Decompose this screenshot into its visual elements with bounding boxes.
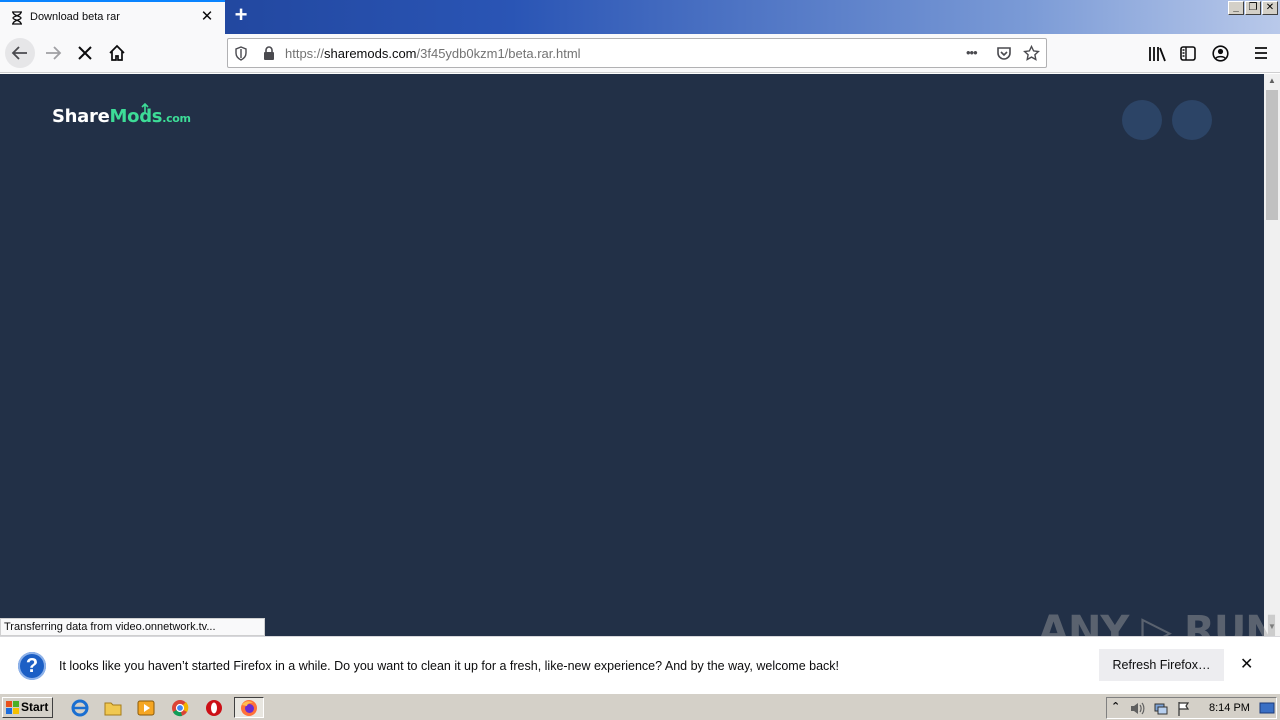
refresh-firefox-button[interactable]: Refresh Firefox…	[1099, 649, 1224, 681]
back-button[interactable]	[5, 38, 35, 68]
logo-mods-text: Mods	[109, 106, 163, 127]
hourglass-icon	[12, 11, 22, 25]
minimize-button[interactable]: _	[1228, 1, 1244, 15]
url-text[interactable]: https://sharemods.com/3f45ydb0kzm1/beta.…	[285, 46, 581, 61]
media-player-icon[interactable]	[136, 698, 156, 718]
tray-expand-icon[interactable]: ⌃	[1111, 700, 1120, 713]
home-button[interactable]	[102, 38, 132, 68]
hamburger-menu-icon[interactable]	[1254, 46, 1268, 60]
question-icon: ?	[18, 652, 46, 680]
restore-button[interactable]: ❐	[1245, 1, 1261, 15]
clock[interactable]: 8:14 PM	[1209, 702, 1250, 714]
back-arrow-icon	[11, 46, 27, 60]
header-circle-button-1[interactable]	[1122, 100, 1162, 140]
tab-title: Download beta rar	[30, 11, 120, 23]
start-button[interactable]: Start	[2, 697, 53, 718]
stop-button[interactable]	[70, 38, 100, 68]
vertical-scrollbar[interactable]: ▲ ▼	[1264, 74, 1280, 636]
internet-explorer-icon[interactable]	[70, 698, 90, 718]
navigation-toolbar: https://sharemods.com/3f45ydb0kzm1/beta.…	[0, 34, 1280, 73]
status-panel: Transferring data from video.onnetwork.t…	[0, 618, 265, 636]
logo-com-text: .com	[162, 112, 191, 125]
tab-strip: Download beta rar ✕ + _ ❐ ✕	[0, 0, 1280, 34]
logo-up-arrow-icon	[141, 103, 149, 113]
volume-icon[interactable]	[1129, 701, 1145, 716]
logo-share-text: Share	[52, 106, 110, 127]
opera-icon[interactable]	[204, 698, 224, 718]
home-icon	[109, 44, 125, 61]
taskbar: Start ⌃ 8:14 PM	[0, 693, 1280, 720]
scroll-up-arrow-icon[interactable]: ▲	[1264, 74, 1280, 88]
system-tray: ⌃ 8:14 PM	[1106, 697, 1277, 719]
sidebar-icon[interactable]	[1180, 46, 1196, 61]
pocket-icon[interactable]	[996, 46, 1012, 61]
notification-bar: ? It looks like you haven’t started Fire…	[0, 636, 1280, 693]
action-center-flag-icon[interactable]	[1177, 701, 1191, 716]
show-desktop-icon[interactable]	[1259, 701, 1275, 715]
notification-close-icon[interactable]: ✕	[1240, 657, 1253, 673]
chrome-icon[interactable]	[170, 698, 190, 718]
firefox-taskbar-button[interactable]	[234, 697, 264, 718]
lock-icon[interactable]	[263, 46, 275, 61]
file-explorer-icon[interactable]	[103, 698, 123, 718]
sharemods-logo[interactable]: ShareMods.com	[52, 106, 191, 127]
library-icon[interactable]	[1148, 46, 1166, 62]
account-icon[interactable]	[1212, 45, 1229, 62]
tab-close-icon[interactable]: ✕	[199, 9, 215, 25]
window-close-button[interactable]: ✕	[1262, 1, 1278, 15]
firefox-icon	[241, 699, 257, 716]
shield-icon[interactable]	[234, 46, 248, 61]
url-bar[interactable]: https://sharemods.com/3f45ydb0kzm1/beta.…	[227, 38, 1047, 68]
windows-flag-icon	[6, 701, 19, 714]
forward-arrow-icon	[46, 46, 62, 60]
url-scheme: https://	[285, 46, 325, 61]
scroll-thumb[interactable]	[1266, 90, 1278, 220]
forward-button[interactable]	[38, 38, 68, 68]
notification-message: It looks like you haven’t started Firefo…	[59, 659, 840, 673]
page-content: ShareMods.com	[0, 74, 1264, 636]
start-label: Start	[21, 700, 49, 714]
tab-active[interactable]: Download beta rar ✕	[0, 0, 225, 34]
url-host: sharemods.com	[324, 46, 417, 61]
page-actions-menu-icon[interactable]: •••	[966, 45, 978, 60]
stop-x-icon	[78, 46, 92, 60]
header-circle-button-2[interactable]	[1172, 100, 1212, 140]
url-path: /3f45ydb0kzm1/beta.rar.html	[416, 46, 581, 61]
new-tab-button[interactable]: +	[230, 4, 252, 27]
network-icon[interactable]	[1153, 701, 1169, 716]
bookmark-star-icon[interactable]	[1023, 45, 1040, 62]
